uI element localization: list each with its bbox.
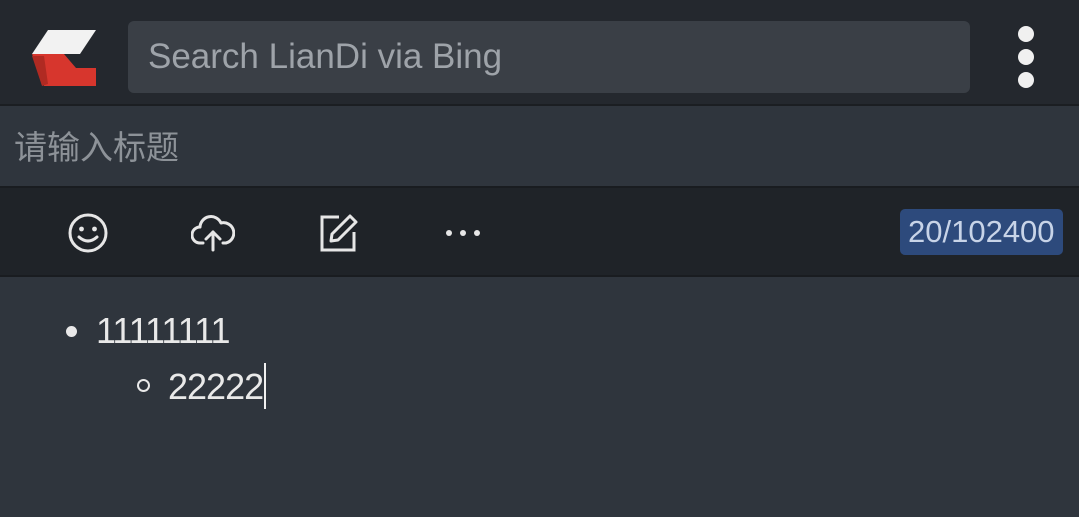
cloud-upload-icon [191,215,235,252]
edit-button[interactable] [315,210,361,256]
bullet-hollow [137,379,150,392]
emoji-smile-icon [68,213,108,253]
title-row [0,108,1079,186]
emoji-button[interactable] [65,210,111,256]
editor-toolbar: 20/102400 [0,186,1079,277]
top-app-bar [0,0,1079,106]
more-horizontal-icon [446,230,480,236]
character-counter: 20/102400 [900,209,1063,255]
list-item-text: 22222 [168,366,264,407]
more-vertical-icon[interactable] [1006,23,1046,91]
title-input[interactable] [0,108,1079,186]
upload-button[interactable] [190,210,236,256]
list-item-nested[interactable]: 22222 [168,363,267,409]
text-cursor [264,363,267,409]
more-button[interactable] [440,210,486,256]
liandi-logo-icon[interactable] [28,26,98,88]
edit-icon [320,214,358,252]
list-item[interactable]: 11111111 [96,309,230,353]
search-input[interactable] [128,21,970,93]
editor-content[interactable]: 11111111 22222 [0,279,1079,517]
bullet-filled [66,326,77,337]
